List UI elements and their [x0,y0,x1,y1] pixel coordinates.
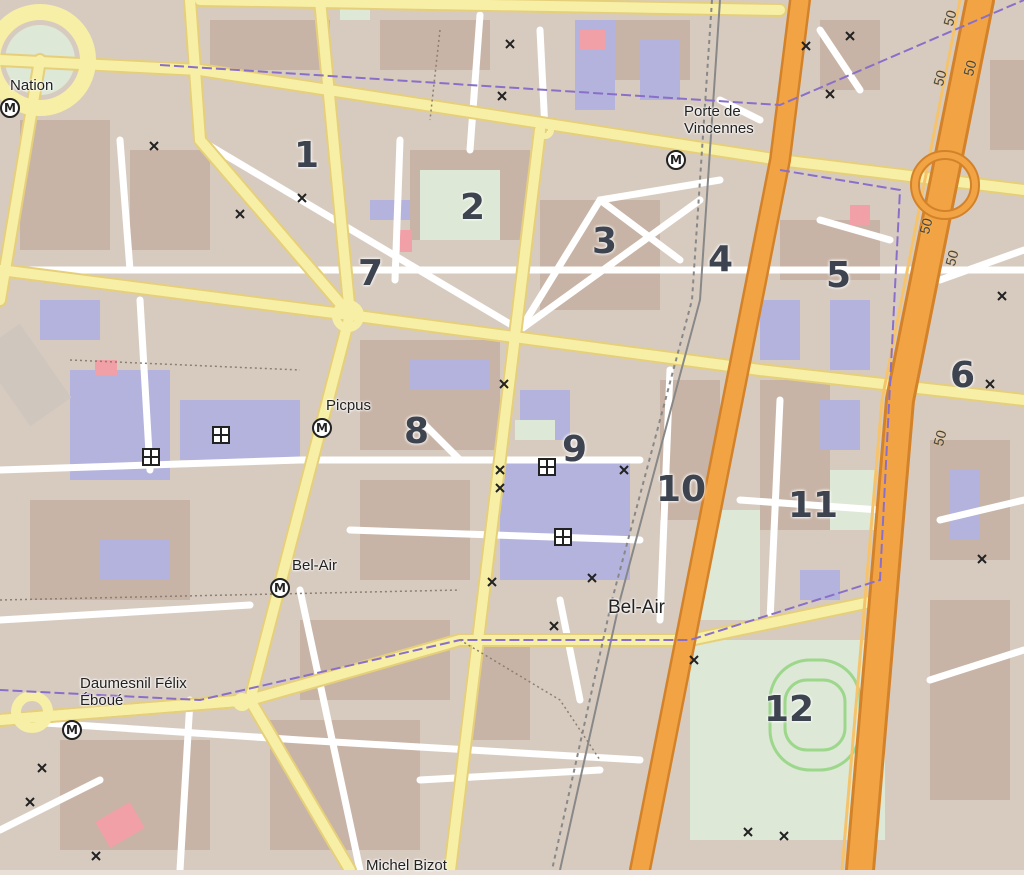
metro-station-icon[interactable]: M [270,578,290,598]
district-number-6: 6 [950,355,976,396]
crossing-marker-icon [985,379,995,389]
crossing-marker-icon [505,39,515,49]
district-number-9: 9 [562,429,588,470]
crossing-marker-icon [587,573,597,583]
label-picpus: Picpus [326,397,372,414]
crossing-marker-icon [499,379,509,389]
crossing-marker-icon [549,621,559,631]
label-nation: Nation [10,77,54,94]
metro-station-icon[interactable]: M [312,418,332,438]
hospital-icon[interactable] [554,528,572,546]
crossing-marker-icon [977,554,987,564]
crossing-marker-icon [743,827,753,837]
metro-station-icon[interactable]: M [62,720,82,740]
crossing-marker-icon [149,141,159,151]
label-bel-air-station: Bel-Air [292,557,338,574]
crossing-marker-icon [487,577,497,587]
district-number-8: 8 [404,411,430,452]
crossing-marker-icon [91,851,101,861]
hospital-icon[interactable] [142,448,160,466]
crossing-marker-icon [845,31,855,41]
crossing-marker-icon [25,797,35,807]
district-number-4: 4 [708,239,734,280]
label-michel-bizot: Michel Bizot [366,857,447,874]
crossing-marker-icon [997,291,1007,301]
district-number-1: 1 [294,135,320,176]
district-number-7: 7 [358,253,384,294]
crossing-marker-icon [495,483,505,493]
hospital-icon[interactable] [212,426,230,444]
district-number-10: 10 [656,469,707,510]
crossing-marker-icon [825,89,835,99]
crossing-marker-icon [619,465,629,475]
label-porte-de-vincennes: Porte de Vincennes [684,103,754,137]
district-number-2: 2 [460,187,486,228]
metro-station-icon[interactable]: M [0,98,20,118]
crossing-marker-icon [235,209,245,219]
district-number-11: 11 [788,485,839,526]
district-number-12: 12 [764,689,815,730]
crossing-marker-icon [689,655,699,665]
hospital-icon[interactable] [538,458,556,476]
map-canvas[interactable]: 1 2 3 4 5 6 7 8 9 10 11 12 Nation Porte … [0,0,1024,874]
crossing-markers [25,31,1007,861]
label-bel-air-area: Bel-Air [608,597,666,618]
district-number-3: 3 [592,221,618,262]
crossing-marker-icon [495,465,505,475]
label-daumesnil: Daumesnil Félix Éboué [80,675,187,709]
crossing-marker-icon [497,91,507,101]
crossing-marker-icon [801,41,811,51]
district-number-5: 5 [826,255,852,296]
crossing-marker-icon [297,193,307,203]
metro-station-icon[interactable]: M [666,150,686,170]
crossing-marker-icon [37,763,47,773]
crossing-marker-icon [779,831,789,841]
